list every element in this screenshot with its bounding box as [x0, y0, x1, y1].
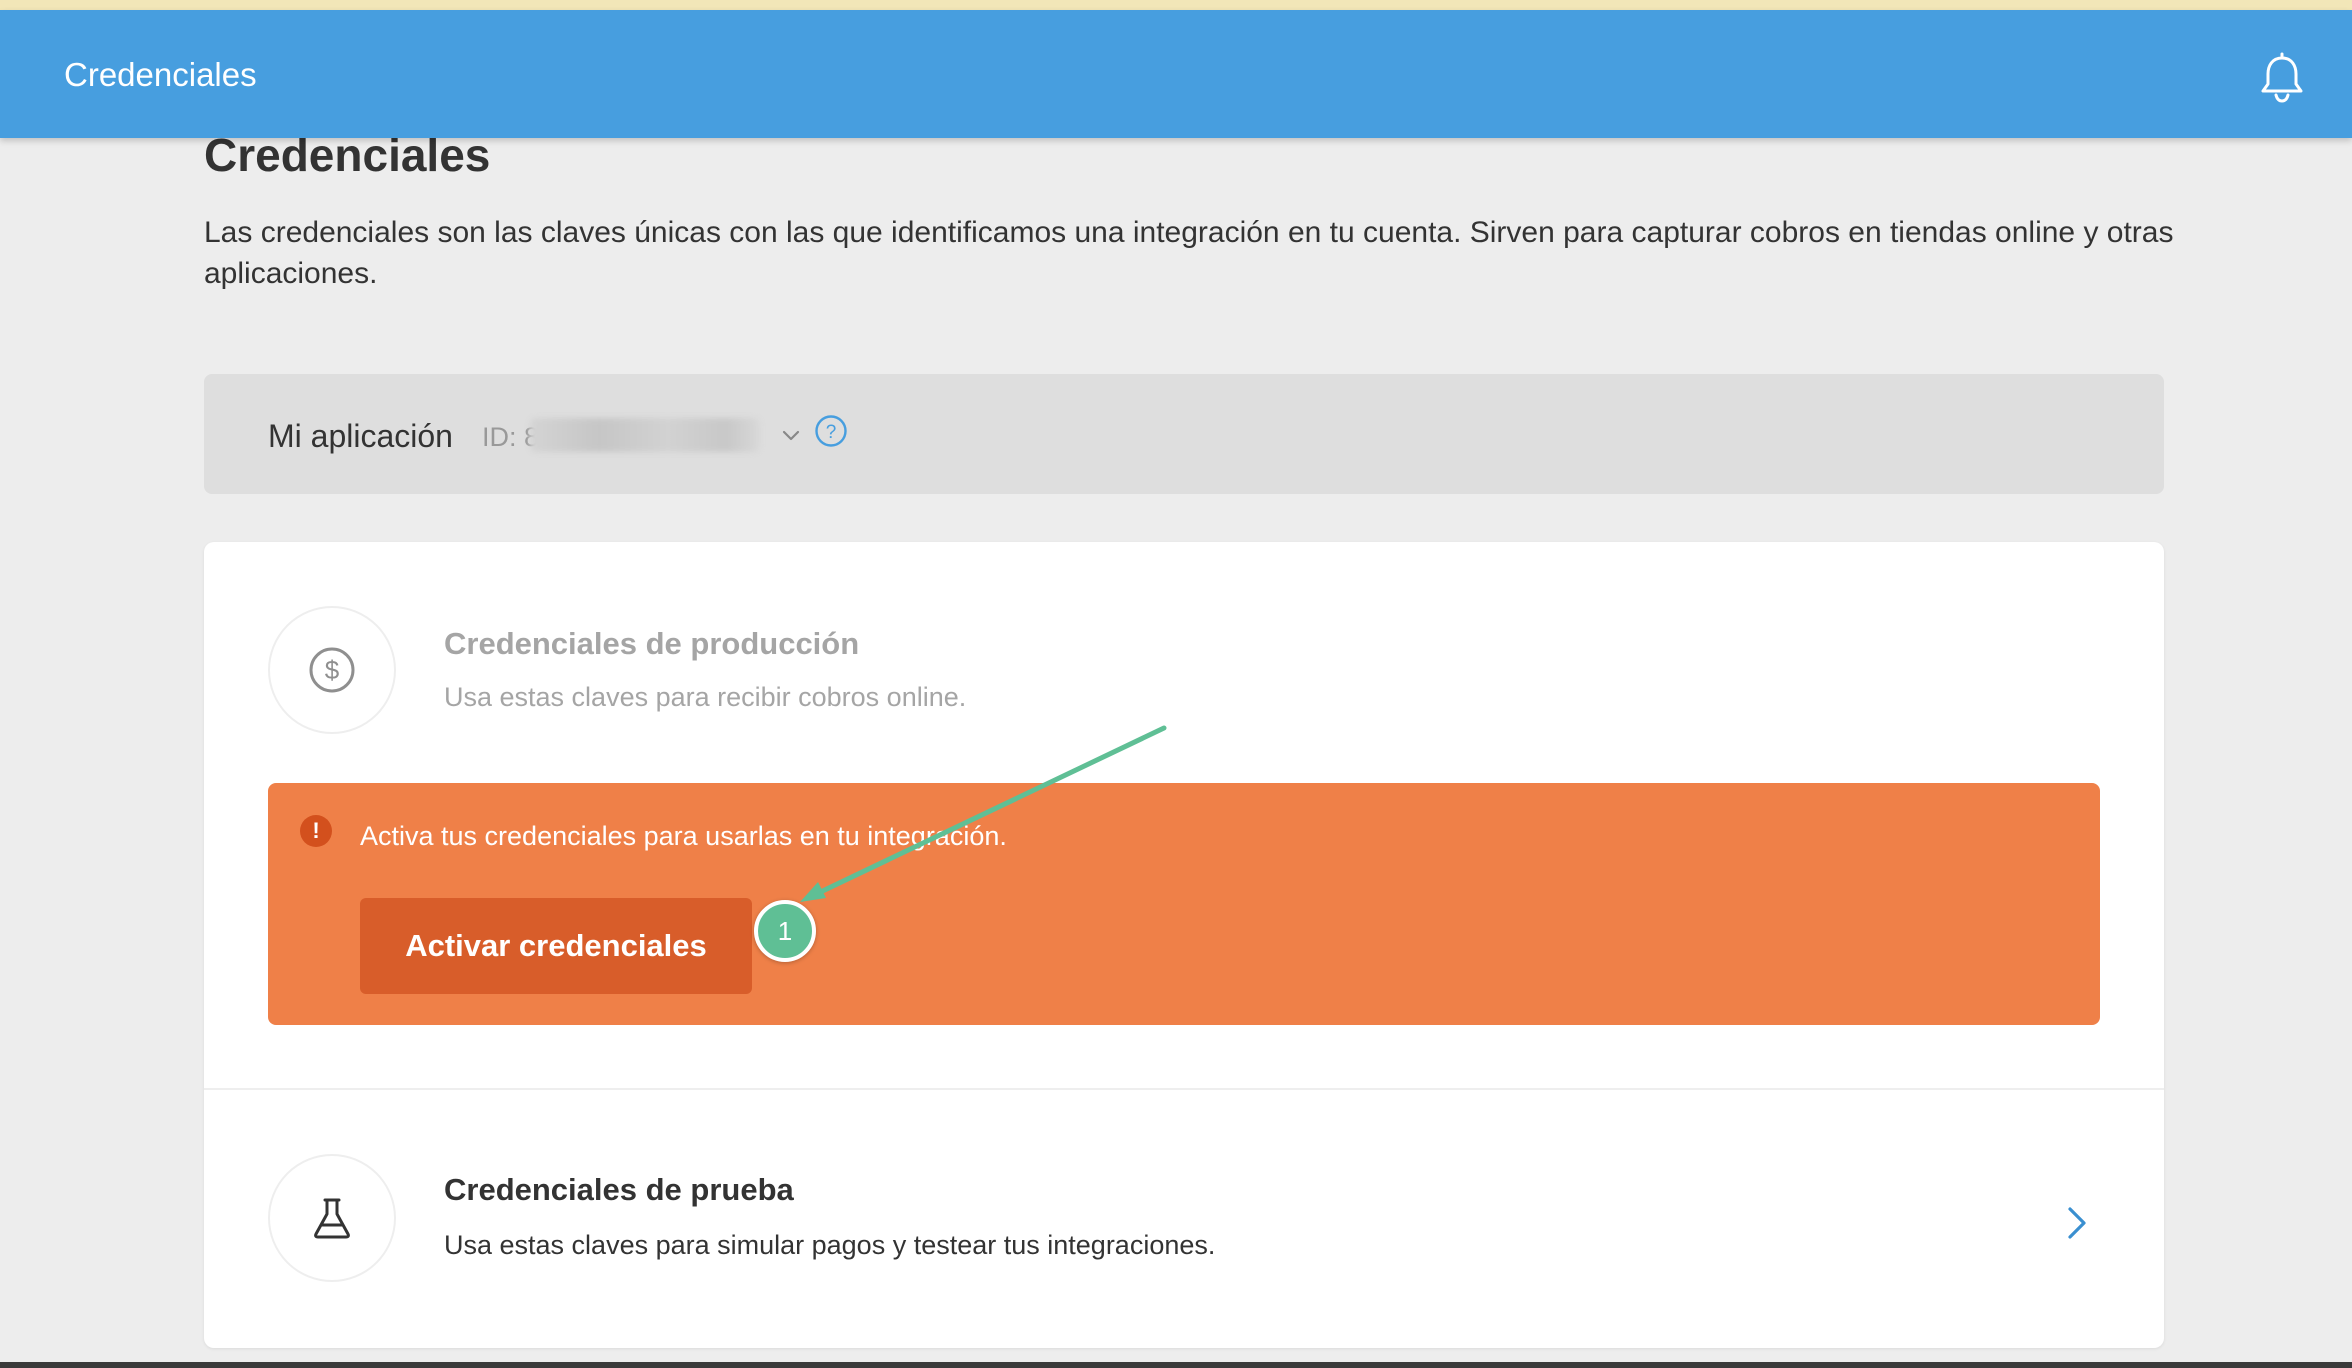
- svg-text:?: ?: [826, 422, 837, 443]
- test-icon-circle: [268, 1154, 396, 1282]
- credentials-card: $ Credenciales de producción Usa estas c…: [204, 542, 2164, 1348]
- alert-text: Activa tus credenciales para usarlas en …: [360, 821, 1007, 851]
- app-selector-bar: Mi aplicación ID: 8 ?: [204, 374, 2164, 494]
- test-description: Usa estas claves para simular pagos y te…: [444, 1230, 1216, 1260]
- svg-text:$: $: [325, 655, 340, 685]
- chevron-right-icon[interactable]: [2062, 1204, 2092, 1242]
- step-badge: 1: [754, 900, 816, 962]
- app-label: Mi aplicación: [268, 418, 453, 454]
- test-title[interactable]: Credenciales de prueba: [444, 1172, 794, 1208]
- top-strip: [0, 0, 2352, 10]
- flask-icon: [314, 1198, 350, 1239]
- production-title: Credenciales de producción: [444, 626, 860, 661]
- help-icon[interactable]: ?: [814, 414, 848, 448]
- activate-credentials-button[interactable]: Activar credenciales: [360, 898, 752, 994]
- dollar-icon: $: [309, 647, 355, 693]
- production-description: Usa estas claves para recibir cobros onl…: [444, 682, 967, 712]
- header-title: Credenciales: [64, 56, 257, 93]
- alert-icon: !: [300, 815, 332, 847]
- page-description: Las credenciales son las claves únicas c…: [204, 216, 2174, 290]
- window-bottom-edge: [0, 1362, 2352, 1368]
- section-divider: [204, 1088, 2164, 1090]
- production-icon-circle: $: [268, 606, 396, 734]
- app-id-redacted: [530, 418, 760, 452]
- chevron-down-icon[interactable]: [780, 424, 802, 446]
- bell-icon[interactable]: [2258, 52, 2306, 104]
- app-header: Credenciales: [0, 10, 2352, 138]
- activation-alert: ! Activa tus credenciales para usarlas e…: [268, 783, 2100, 1025]
